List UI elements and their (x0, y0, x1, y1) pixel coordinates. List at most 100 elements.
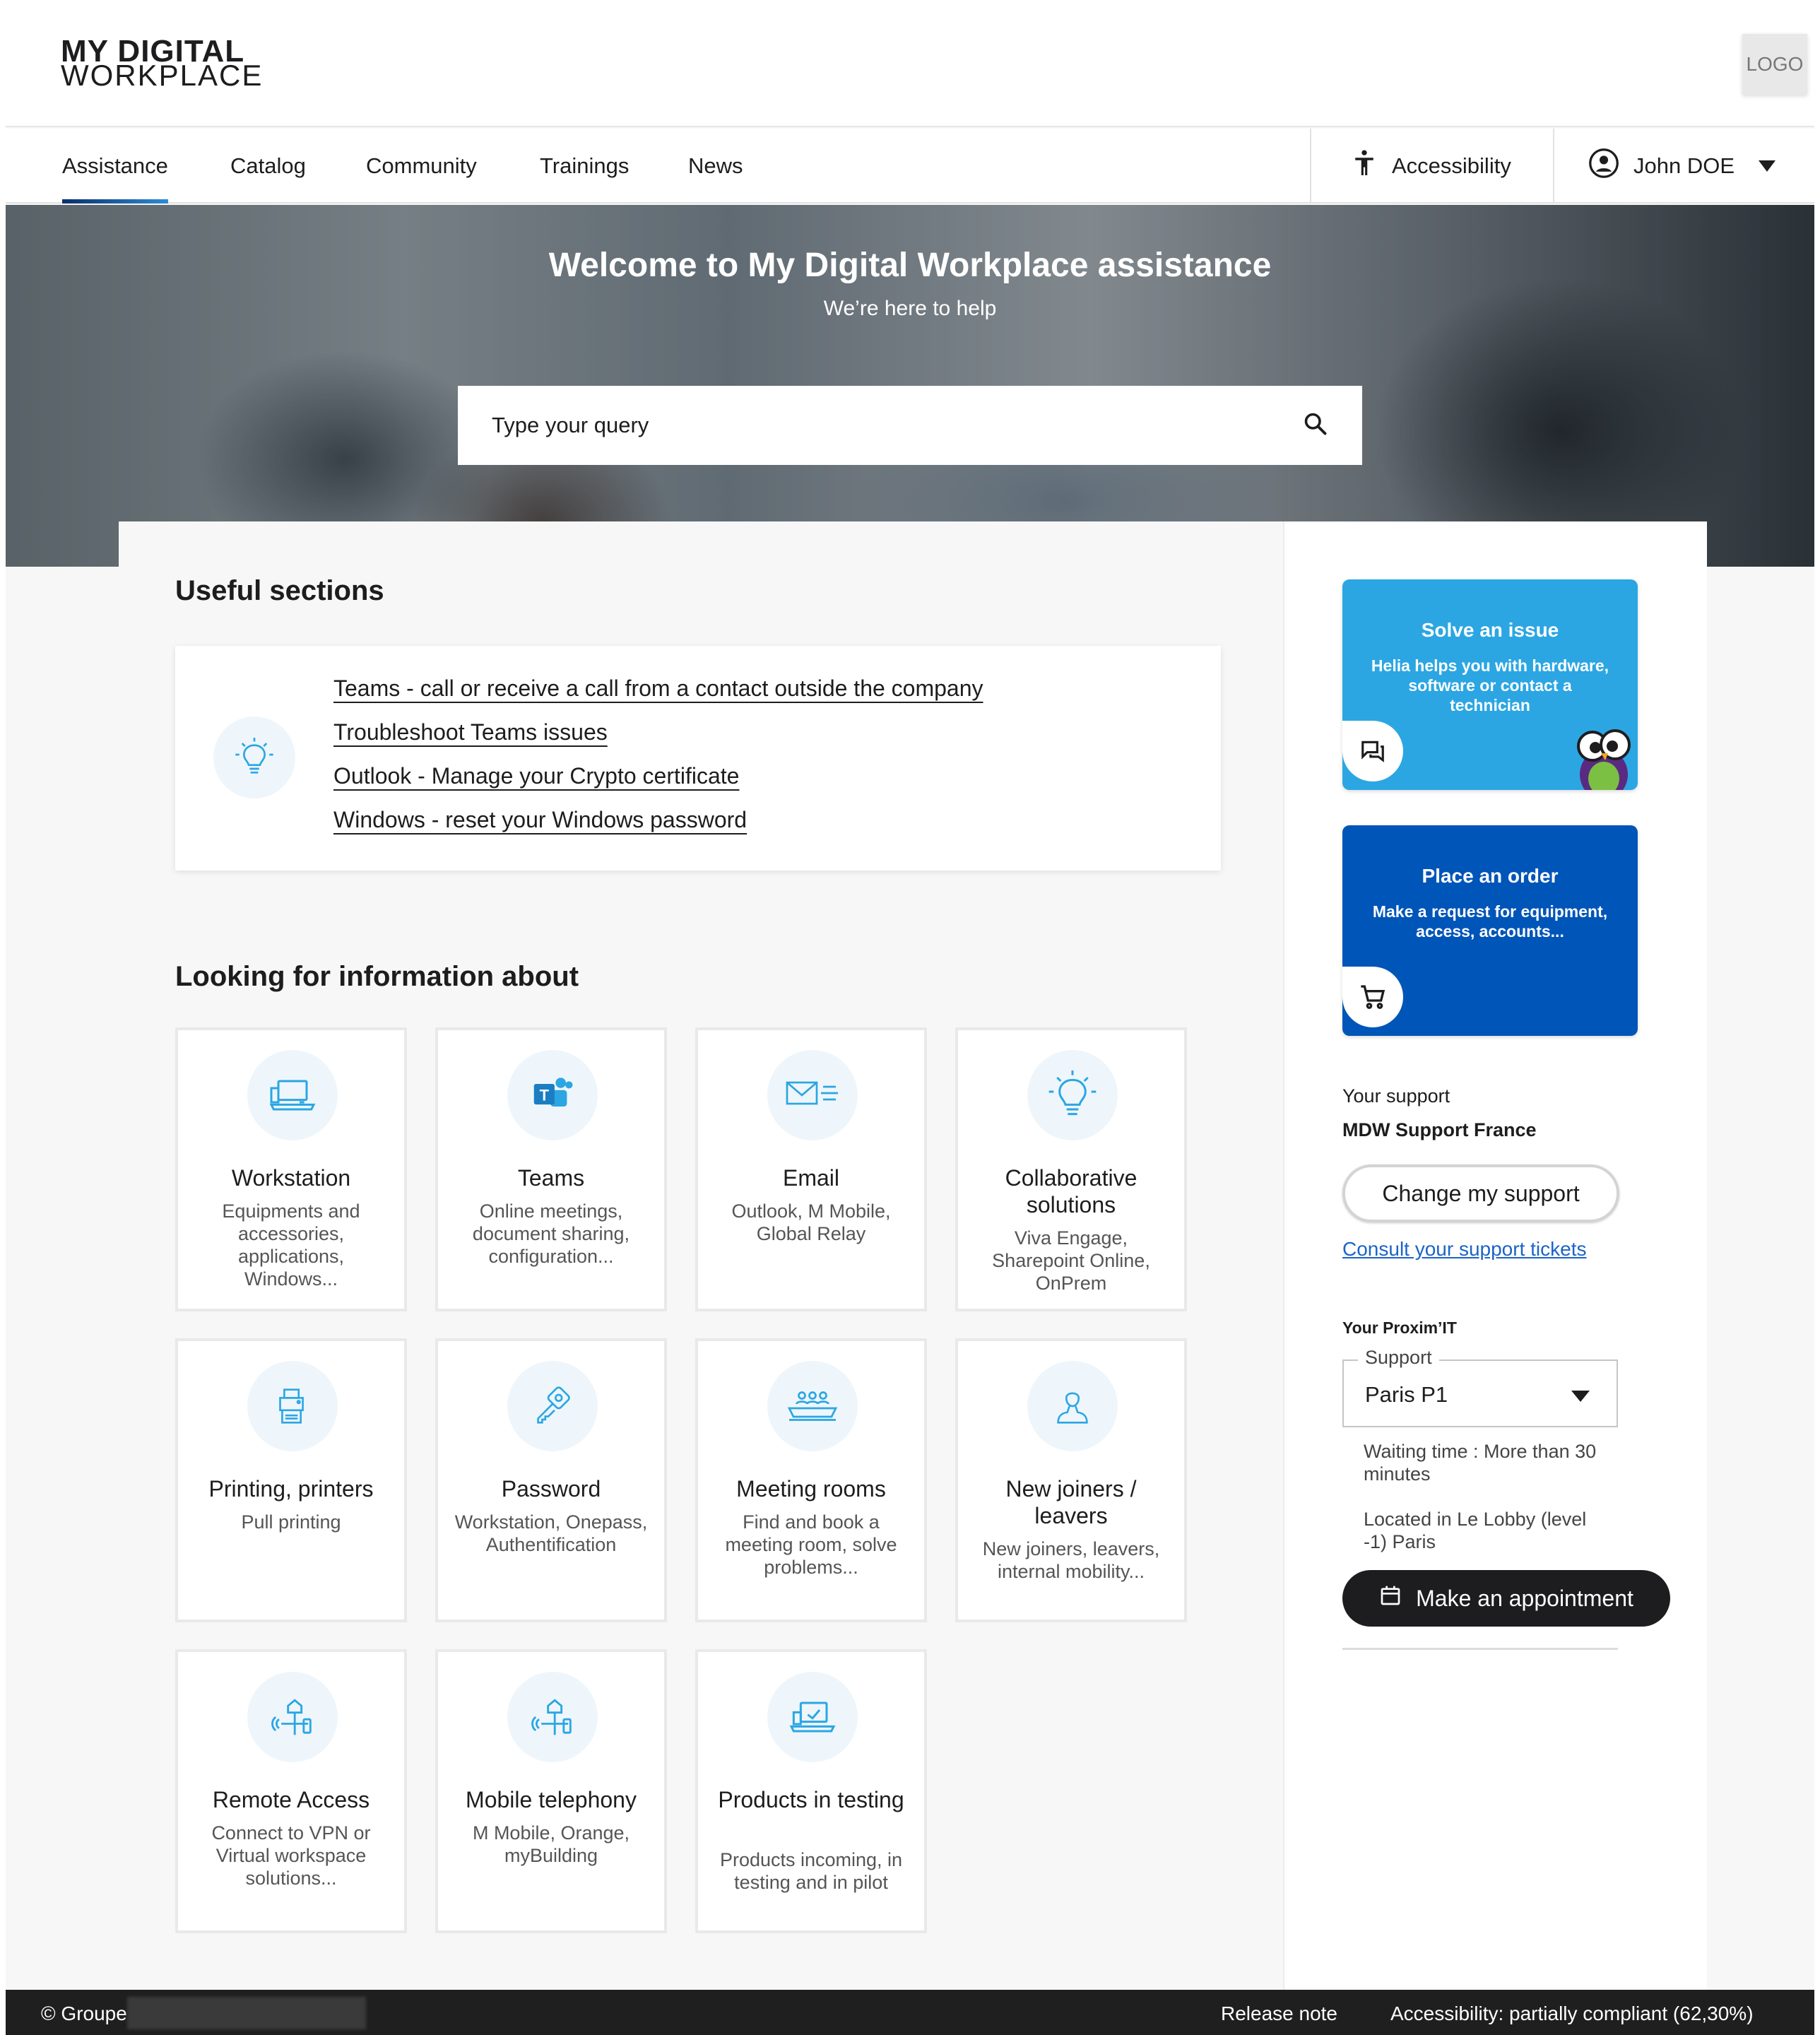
nav-community[interactable]: Community (366, 129, 477, 204)
header: MY DIGITAL WORKPLACE LOGO (6, 0, 1814, 127)
consult-tickets-link[interactable]: Consult your support tickets (1342, 1238, 1587, 1261)
tile-title: Mobile telephony (466, 1787, 637, 1812)
chevron-down-icon (1759, 160, 1776, 172)
tile-teams[interactable]: T Teams Online meetings, document sharin… (435, 1027, 667, 1311)
person-icon (1027, 1361, 1118, 1451)
location-info: Located in Le Lobby (level -1) Paris (1364, 1509, 1587, 1552)
user-menu[interactable]: John DOE (1588, 129, 1776, 204)
tile-products-testing[interactable]: Products in testing Products incoming, i… (695, 1649, 927, 1933)
place-order-description: Make a request for equipment, access, ac… (1372, 902, 1608, 940)
tile-remote-access[interactable]: Remote Access Connect to VPN or Virtual … (175, 1649, 407, 1933)
tile-description: Workstation, Onepass, Authentification (454, 1511, 648, 1555)
mobile-icon (507, 1672, 598, 1762)
useful-link-outlook-crypto[interactable]: Outlook - Manage your Crypto certificate (333, 763, 739, 789)
proximit-label: Your Proxim’IT (1342, 1319, 1457, 1337)
useful-link-windows-password[interactable]: Windows - reset your Windows password (333, 807, 747, 833)
tile-password[interactable]: Password Workstation, Onepass, Authentif… (435, 1338, 667, 1622)
redacted-company-name (127, 1997, 366, 2029)
sidebar-divider (1342, 1648, 1618, 1650)
search-input[interactable] (492, 413, 1303, 438)
nav-trainings[interactable]: Trainings (540, 129, 629, 204)
solve-issue-description: Helia helps you with hardware, software … (1371, 656, 1609, 714)
tile-description: Viva Engage, Sharepoint Online, OnPrem (992, 1227, 1150, 1294)
calendar-icon (1379, 1584, 1402, 1612)
nav-catalog[interactable]: Catalog (230, 129, 306, 204)
useful-link-teams-call[interactable]: Teams - call or receive a call from a co… (333, 676, 983, 702)
tile-description: Products incoming, in testing and in pil… (719, 1849, 903, 1893)
accessibility-label: Accessibility (1392, 153, 1511, 178)
tile-description: Connect to VPN or Virtual workspace solu… (211, 1822, 371, 1889)
tile-description: M Mobile, Orange, myBuilding (472, 1822, 630, 1866)
useful-sections-card: Teams - call or receive a call from a co… (175, 646, 1221, 871)
brand-line-2: WORKPLACE (61, 59, 264, 92)
svg-text:T: T (540, 1086, 550, 1104)
tile-title: Workstation (231, 1165, 351, 1191)
hero-banner: Welcome to My Digital Workplace assistan… (6, 205, 1814, 567)
main-nav: Assistance Catalog Community Trainings N… (6, 129, 1814, 204)
sidebar: Solve an issue Helia helps you with hard… (1283, 521, 1707, 1991)
nav-news[interactable]: News (688, 129, 743, 204)
tile-title: Printing, printers (208, 1476, 374, 1502)
support-select-value: Paris P1 (1365, 1382, 1448, 1407)
accessibility-icon (1352, 149, 1376, 183)
info-heading: Looking for information about (175, 961, 579, 992)
useful-sections-heading: Useful sections (175, 575, 384, 606)
support-name: MDW Support France (1342, 1119, 1537, 1140)
release-note-link[interactable]: Release note (1221, 2002, 1337, 2025)
tile-title: Remote Access (212, 1787, 370, 1812)
waiting-time: Waiting time : More than 30 minutes (1364, 1441, 1597, 1485)
support-select-legend: Support (1358, 1347, 1439, 1369)
tile-title: Collaborative solutions (1005, 1165, 1138, 1217)
tile-description: Online meetings, document sharing, confi… (472, 1201, 630, 1267)
remote-access-icon (247, 1672, 338, 1762)
tile-printing[interactable]: Printing, printers Pull printing (175, 1338, 407, 1622)
user-avatar-icon (1588, 148, 1619, 184)
laptop-icon (247, 1050, 338, 1140)
make-appointment-button[interactable]: Make an appointment (1342, 1570, 1670, 1627)
lightbulb-icon (213, 716, 295, 798)
place-order-card[interactable]: Place an order Make a request for equipm… (1342, 825, 1638, 1036)
place-order-title: Place an order (1422, 865, 1559, 887)
tile-workstation[interactable]: Workstation Equipments and accessories, … (175, 1027, 407, 1311)
nav-divider (1310, 129, 1311, 204)
footer: © Groupe Release note Accessibility: par… (6, 1990, 1814, 2035)
search-bar (458, 386, 1362, 465)
useful-link-teams-troubleshoot[interactable]: Troubleshoot Teams issues (333, 719, 608, 745)
accessibility-button[interactable]: Accessibility (1352, 129, 1511, 204)
key-icon (507, 1361, 598, 1451)
tile-description: Outlook, M Mobile, Global Relay (731, 1201, 891, 1244)
meeting-room-icon (767, 1361, 858, 1451)
tile-mobile-telephony[interactable]: Mobile telephony M Mobile, Orange, myBui… (435, 1649, 667, 1933)
tile-new-joiners[interactable]: New joiners / leavers New joiners, leave… (955, 1338, 1187, 1622)
tile-email[interactable]: Email Outlook, M Mobile, Global Relay (695, 1027, 927, 1311)
make-appointment-label: Make an appointment (1416, 1585, 1633, 1611)
tile-description: Pull printing (241, 1511, 341, 1533)
page: MY DIGITAL WORKPLACE LOGO Assistance Cat… (6, 0, 1814, 2035)
brand-logo[interactable]: MY DIGITAL WORKPLACE (61, 36, 264, 92)
footer-copyright: © Groupe (41, 2002, 127, 2024)
accessibility-compliance-link[interactable]: Accessibility: partially compliant (62,3… (1390, 2002, 1754, 2025)
solve-issue-card[interactable]: Solve an issue Helia helps you with hard… (1342, 579, 1638, 790)
tile-title: Password (501, 1476, 601, 1502)
nav-divider (1553, 129, 1554, 204)
change-support-button[interactable]: Change my support (1342, 1164, 1619, 1222)
printer-icon (247, 1361, 338, 1451)
tile-description: Equipments and accessories, applications… (222, 1201, 360, 1290)
search-icon[interactable] (1303, 411, 1328, 440)
user-name: John DOE (1633, 153, 1735, 178)
chevron-down-icon (1571, 1391, 1590, 1402)
main-content: Useful sections Teams - call or receive … (119, 521, 1283, 1991)
support-select[interactable]: Support Paris P1 (1342, 1347, 1618, 1427)
nav-assistance[interactable]: Assistance (62, 129, 168, 204)
email-icon (767, 1050, 858, 1140)
cart-icon (1342, 967, 1403, 1027)
tile-title: Email (782, 1165, 839, 1191)
lightbulb-icon (1027, 1050, 1118, 1140)
company-logo: LOGO (1742, 34, 1807, 95)
tile-meeting-rooms[interactable]: Meeting rooms Find and book a meeting ro… (695, 1338, 927, 1622)
owl-mascot-icon (1567, 718, 1638, 790)
tile-collaborative[interactable]: Collaborative solutions Viva Engage, Sha… (955, 1027, 1187, 1311)
tile-title: Meeting rooms (736, 1476, 886, 1502)
hero-subtitle: We’re here to help (823, 297, 997, 320)
laptop-test-icon (767, 1672, 858, 1762)
